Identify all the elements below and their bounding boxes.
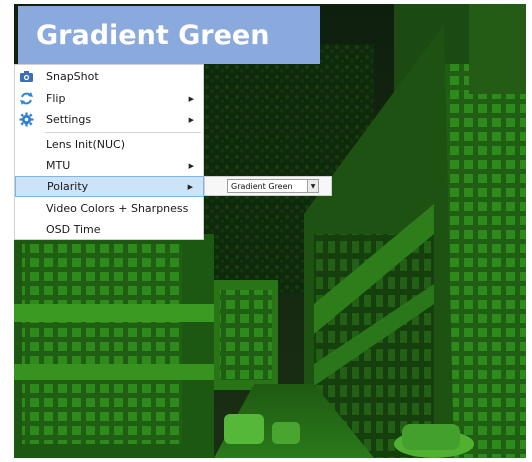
menu-item-mtu[interactable]: MTU ▶ [15, 155, 204, 176]
context-menu: SnapShot Flip ▶ Settings ▶ Lens Init(NUC… [14, 64, 204, 240]
polarity-select-value: Gradient Green [231, 181, 293, 191]
menu-item-label: Settings [46, 113, 92, 126]
menu-item-flip[interactable]: Flip ▶ [15, 88, 204, 109]
submenu-arrow-icon: ▶ [188, 161, 194, 170]
menu-item-video-colors[interactable]: Video Colors + Sharpness [15, 198, 204, 219]
flip-icon [20, 92, 33, 105]
menu-item-polarity[interactable]: Polarity ▶ [15, 176, 204, 197]
palette-banner-title: Gradient Green [36, 19, 270, 51]
chevron-down-icon[interactable]: ▼ [307, 180, 318, 192]
menu-item-osd-time[interactable]: OSD Time [15, 219, 204, 240]
menu-item-label: Polarity [47, 180, 89, 193]
menu-item-label: SnapShot [46, 70, 99, 83]
polarity-select[interactable]: Gradient Green ▼ [227, 179, 319, 193]
menu-item-snapshot[interactable]: SnapShot [15, 66, 204, 87]
menu-item-settings[interactable]: Settings ▶ [15, 109, 204, 130]
menu-separator [45, 132, 201, 133]
palette-banner: Gradient Green [18, 6, 320, 64]
menu-item-label: Flip [46, 92, 66, 105]
menu-item-label: Lens Init(NUC) [46, 138, 126, 151]
gear-icon [19, 112, 34, 127]
camera-icon [20, 71, 33, 82]
submenu-arrow-icon: ▶ [188, 94, 194, 103]
submenu-arrow-icon: ▶ [187, 182, 193, 191]
menu-item-lens-init[interactable]: Lens Init(NUC) [15, 134, 204, 155]
menu-item-label: MTU [46, 159, 71, 172]
polarity-submenu: Gradient Green ▼ [204, 176, 332, 196]
submenu-arrow-icon: ▶ [188, 115, 194, 124]
menu-item-label: Video Colors + Sharpness [46, 202, 189, 215]
menu-item-label: OSD Time [46, 223, 101, 236]
